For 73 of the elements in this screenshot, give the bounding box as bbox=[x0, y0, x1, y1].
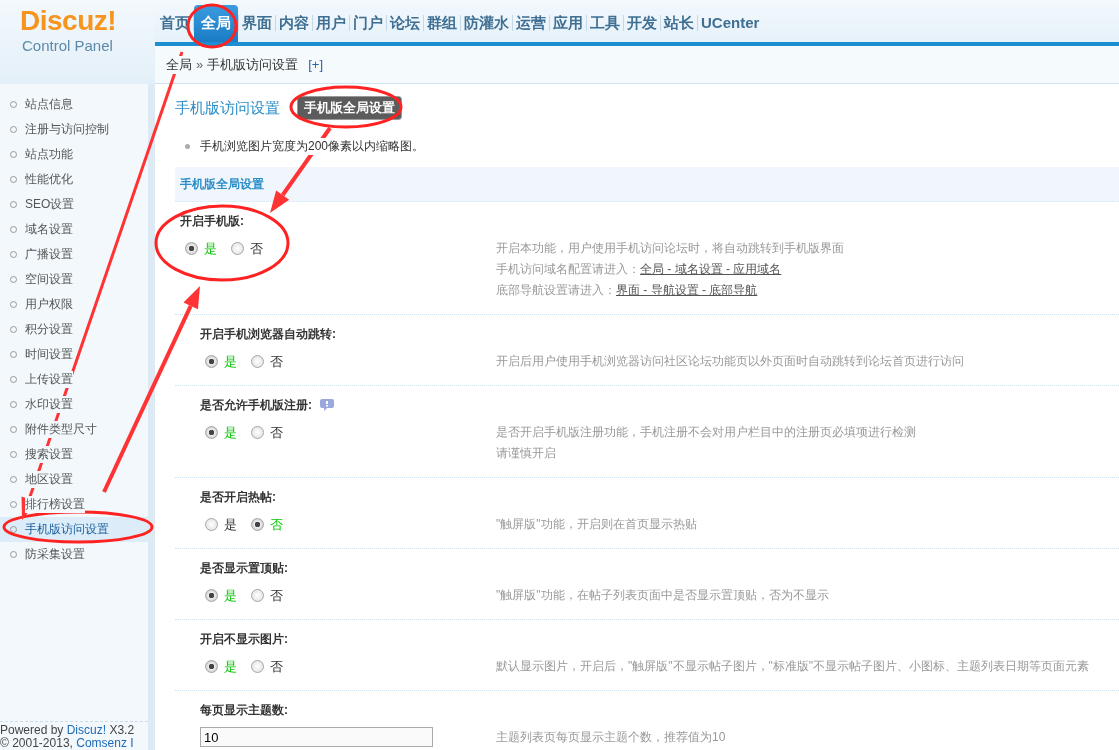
footer-link[interactable]: Discuz! bbox=[66, 723, 107, 737]
setting-description: 开启本功能，用户使用手机访问论坛时，将自动跳转到手机版界面 bbox=[496, 240, 845, 257]
nav-tab[interactable]: 门户 bbox=[350, 5, 386, 42]
sidebar-item[interactable]: 性能优化 bbox=[0, 167, 148, 192]
sidebar-item[interactable]: 域名设置 bbox=[0, 217, 148, 242]
setting-label: 是否允许手机版注册: bbox=[200, 397, 312, 414]
page-tab[interactable]: 手机版全局设置 bbox=[298, 97, 401, 119]
setting-description: "触屏版"功能，在帖子列表页面中是否显示置顶贴，否为不显示 bbox=[496, 587, 830, 604]
footer-link[interactable]: Comsenz I bbox=[76, 736, 134, 750]
setting-description: 手机访问域名配置请进入： bbox=[496, 262, 640, 276]
setting-description: 默认显示图片，开启后，"触屏版"不显示帖子图片，"标准版"不显示帖子图片、小图标、主题列表日期等页面元素 bbox=[496, 658, 1091, 675]
setting-description: 是否开启手机版注册功能，手机注册不会对用户栏目中的注册页必填项进行检测 bbox=[496, 424, 917, 441]
sidebar-item[interactable]: 站点功能 bbox=[0, 142, 148, 167]
nav-tab[interactable]: 运营 bbox=[513, 5, 549, 42]
footer-text: X3.2 bbox=[108, 723, 135, 737]
radio-option[interactable]: 否 bbox=[231, 238, 263, 259]
radio-option[interactable]: 否 bbox=[251, 422, 283, 443]
sidebar-item[interactable]: 时间设置 bbox=[0, 342, 148, 367]
input-field[interactable]: 10 bbox=[200, 727, 433, 747]
nav-tab[interactable]: UCenter bbox=[698, 5, 763, 42]
sidebar-item[interactable]: 用户权限 bbox=[0, 292, 148, 317]
nav-tab[interactable]: 内容 bbox=[276, 5, 312, 42]
nav-tab[interactable]: 用户 bbox=[313, 5, 349, 42]
nav-tab[interactable]: 论坛 bbox=[387, 5, 423, 42]
breadcrumb-link[interactable]: 手机版访问设置 bbox=[207, 55, 299, 74]
sidebar-item[interactable]: 防采集设置 bbox=[0, 542, 148, 567]
setting-label: 开启不显示图片: bbox=[200, 631, 288, 648]
page-title: 手机版访问设置 bbox=[175, 98, 280, 118]
nav-tab[interactable]: 应用 bbox=[550, 5, 586, 42]
radio-option[interactable]: 否 bbox=[251, 585, 283, 606]
breadcrumb-separator: » bbox=[196, 57, 204, 72]
radio-option[interactable]: 否 bbox=[251, 351, 283, 372]
sidebar-item[interactable]: 注册与访问控制 bbox=[0, 117, 148, 142]
sidebar-item[interactable]: 站点信息 bbox=[0, 92, 148, 117]
setting-description: 主题列表页每页显示主题个数，推荐值为10 bbox=[496, 729, 727, 746]
sidebar-item[interactable]: 排行榜设置 bbox=[0, 492, 148, 517]
add-shortcut-link[interactable]: [+] bbox=[308, 57, 324, 72]
setting-label: 开启手机浏览器自动跳转: bbox=[200, 326, 336, 343]
sidebar-item[interactable]: 搜索设置 bbox=[0, 442, 148, 467]
setting-description: 请谨慎开启 bbox=[496, 445, 557, 462]
sidebar-item[interactable]: 积分设置 bbox=[0, 317, 148, 342]
radio-option[interactable]: 否 bbox=[251, 656, 283, 677]
bullet-icon bbox=[185, 143, 190, 149]
nav-tab[interactable]: 防灌水 bbox=[461, 5, 512, 42]
setting-label: 是否开启热帖: bbox=[200, 489, 276, 506]
sidebar-item[interactable]: SEO设置 bbox=[0, 192, 148, 217]
breadcrumb-link[interactable]: 全局 bbox=[166, 55, 192, 74]
sidebar-item[interactable]: 附件类型尺寸 bbox=[0, 417, 148, 442]
nav-tab[interactable]: 开发 bbox=[624, 5, 660, 42]
sidebar-item[interactable]: 广播设置 bbox=[0, 242, 148, 267]
setting-label: 每页显示主题数: bbox=[200, 702, 288, 719]
sidebar-item[interactable]: 水印设置 bbox=[0, 392, 148, 417]
nav-tab[interactable]: 工具 bbox=[587, 5, 623, 42]
nav-tab[interactable]: 站长 bbox=[661, 5, 697, 42]
setting-label: 是否显示置顶贴: bbox=[200, 560, 288, 577]
section-header: 手机版全局设置 bbox=[175, 167, 1119, 202]
nav-tab[interactable]: 界面 bbox=[239, 5, 275, 42]
footer-text: © 2001-2013, bbox=[0, 736, 74, 750]
footer-text: Powered by bbox=[0, 723, 65, 737]
radio-option[interactable]: 是 bbox=[205, 514, 237, 535]
logo-subtitle: Control Panel bbox=[22, 36, 114, 56]
sidebar-item[interactable]: 上传设置 bbox=[0, 367, 148, 392]
setting-link[interactable]: 界面 - 导航设置 - 底部导航 bbox=[616, 283, 758, 297]
speech-bubble-icon[interactable] bbox=[320, 399, 334, 411]
logo-text: Discuz! bbox=[20, 6, 118, 36]
setting-description: "触屏版"功能，开启则在首页显示热贴 bbox=[496, 516, 698, 533]
sidebar-item[interactable]: 地区设置 bbox=[0, 467, 148, 492]
sidebar-item[interactable]: 空间设置 bbox=[0, 267, 148, 292]
nav-tab[interactable]: 群组 bbox=[424, 5, 460, 42]
setting-link[interactable]: 全局 - 域名设置 - 应用域名 bbox=[640, 262, 782, 276]
setting-label: 开启手机版: bbox=[180, 213, 244, 230]
setting-description: 开启后用户使用手机浏览器访问社区论坛功能页以外页面时自动跳转到论坛首页进行访问 bbox=[496, 353, 965, 370]
setting-description: 底部导航设置请进入： bbox=[496, 283, 616, 297]
